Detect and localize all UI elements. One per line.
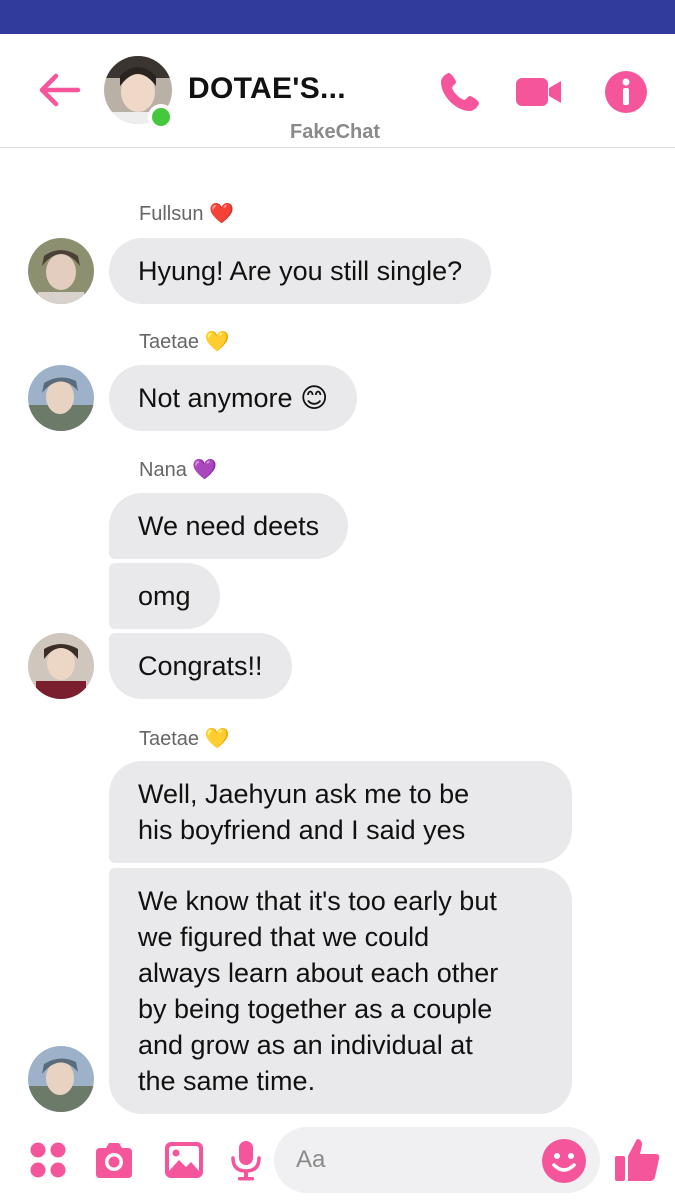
back-arrow-icon[interactable] — [34, 70, 82, 110]
message-bubble[interactable]: We need deets — [109, 493, 349, 559]
apps-icon[interactable] — [26, 1138, 70, 1182]
avatar[interactable] — [28, 238, 94, 304]
camera-icon[interactable] — [92, 1138, 136, 1182]
info-icon[interactable] — [602, 68, 650, 116]
sender-name: Fullsun ❤️ — [139, 203, 234, 225]
avatar[interactable] — [28, 365, 94, 431]
message-bubble[interactable]: Not anymore 😊 — [109, 365, 358, 431]
emoji-icon[interactable] — [540, 1137, 588, 1185]
sender-name: Nana 💜 — [139, 459, 218, 481]
online-status-dot — [148, 104, 174, 130]
image-icon[interactable] — [162, 1138, 206, 1182]
chat-title[interactable]: DOTAE'S... — [188, 72, 346, 106]
message-bubble[interactable]: Hyung! Are you still single? — [109, 238, 492, 304]
video-camera-icon[interactable] — [514, 68, 562, 116]
message-bubble[interactable]: We know that it's too early but we figur… — [109, 868, 572, 1114]
message-bubble[interactable]: omg — [109, 563, 220, 629]
status-bar — [0, 0, 675, 34]
message-input-pill — [274, 1127, 600, 1193]
message-list[interactable]: Fullsun ❤️ Hyung! Are you still single? … — [0, 149, 675, 1124]
avatar[interactable] — [28, 633, 94, 699]
sender-name: Taetae 💛 — [139, 331, 230, 353]
message-bubble[interactable]: Congrats!! — [109, 633, 292, 699]
message-bubble[interactable]: Well, Jaehyun ask me to be his boyfriend… — [109, 761, 572, 863]
sender-name: Taetae 💛 — [139, 728, 230, 750]
message-input[interactable] — [296, 1141, 536, 1179]
chat-header: DOTAE'S... FakeChat — [0, 34, 675, 148]
thumbs-up-icon[interactable] — [612, 1135, 662, 1185]
avatar[interactable] — [28, 1046, 94, 1112]
message-composer — [0, 1124, 675, 1200]
phone-icon[interactable] — [436, 68, 484, 116]
chat-subtitle: FakeChat — [290, 121, 381, 143]
microphone-icon[interactable] — [224, 1138, 268, 1182]
